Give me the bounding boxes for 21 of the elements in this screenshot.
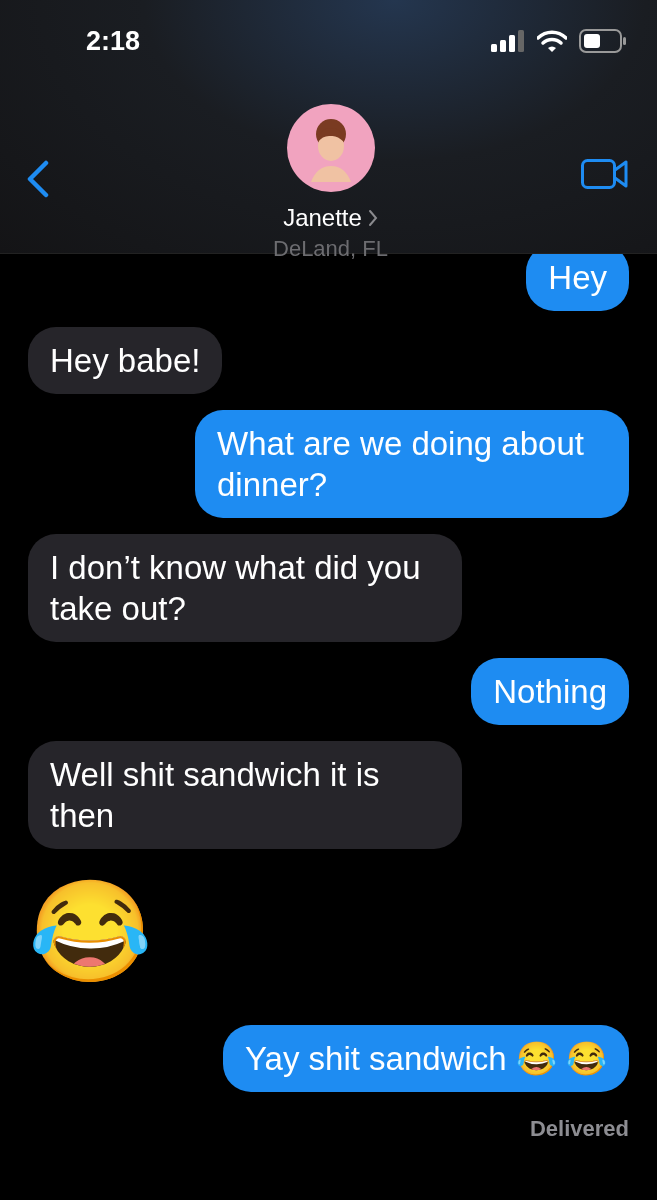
message-bubble: Yay shit sandwich 😂 😂 bbox=[222, 1025, 629, 1092]
video-camera-icon bbox=[581, 159, 629, 189]
message-bubble: Nothing bbox=[471, 658, 629, 725]
video-call-button[interactable] bbox=[581, 159, 629, 189]
battery-icon bbox=[579, 29, 627, 53]
delivery-status: Delivered bbox=[529, 1116, 629, 1142]
back-button[interactable] bbox=[26, 160, 50, 198]
message-bubble: Well shit sandwich it is then bbox=[28, 741, 462, 849]
message-bubble: Hey babe! bbox=[28, 327, 223, 394]
status-time: 2:18 bbox=[86, 25, 141, 57]
contact-name[interactable]: Janette bbox=[283, 204, 362, 232]
chevron-left-icon bbox=[26, 160, 50, 198]
message-bubble: Hey bbox=[526, 254, 629, 311]
chevron-right-icon bbox=[367, 209, 378, 227]
signal-icon bbox=[491, 30, 525, 52]
message-bubble: I don’t know what did you take out? bbox=[28, 534, 462, 642]
wifi-icon bbox=[537, 30, 567, 52]
contact-location: DeLand, FL bbox=[273, 236, 388, 262]
message-bubble: What are we doing about dinner? bbox=[195, 410, 629, 518]
avatar[interactable] bbox=[286, 104, 375, 192]
emoji-message: 😂 bbox=[28, 874, 153, 989]
